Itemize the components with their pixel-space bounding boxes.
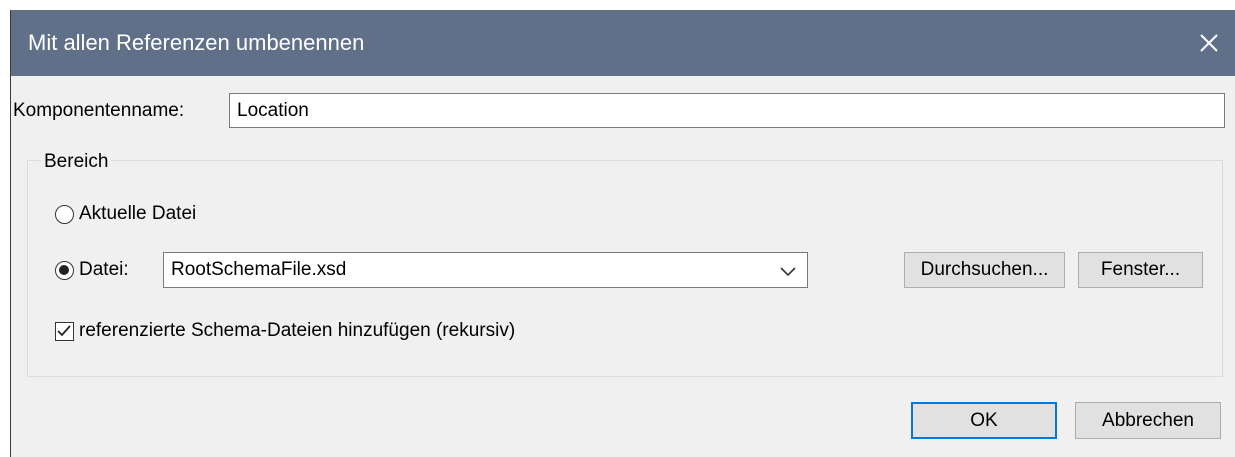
- file-label[interactable]: Datei:: [79, 259, 129, 281]
- dialog-title: Mit allen Referenzen umbenennen: [28, 30, 365, 55]
- cancel-button[interactable]: Abbrechen: [1075, 402, 1221, 439]
- include-referenced-checkbox[interactable]: [55, 322, 74, 341]
- component-name-label: Komponentenname:: [13, 100, 185, 121]
- rename-dialog: Mit allen Referenzen umbenennen Komponen…: [10, 10, 1235, 457]
- chevron-down-icon[interactable]: [779, 264, 797, 278]
- component-name-input[interactable]: Location: [229, 93, 1225, 128]
- current-file-label[interactable]: Aktuelle Datei: [79, 203, 196, 225]
- close-icon: [1200, 34, 1218, 52]
- title-bar[interactable]: Mit allen Referenzen umbenennen: [11, 10, 1235, 76]
- ok-button[interactable]: OK: [911, 402, 1057, 439]
- window-button[interactable]: Fenster...: [1078, 252, 1203, 288]
- scope-group-title: Bereich: [41, 151, 112, 173]
- file-combobox[interactable]: RootSchemaFile.xsd: [163, 252, 808, 288]
- current-file-radio[interactable]: [55, 205, 74, 224]
- file-combobox-value: RootSchemaFile.xsd: [171, 259, 347, 280]
- include-referenced-label[interactable]: referenzierte Schema-Dateien hinzufügen …: [79, 320, 515, 342]
- checkmark-icon: [57, 325, 71, 337]
- close-button[interactable]: [1182, 10, 1235, 76]
- component-name-value: Location: [237, 99, 309, 121]
- browse-button[interactable]: Durchsuchen...: [904, 252, 1065, 288]
- file-radio[interactable]: [55, 261, 74, 280]
- radio-selected-dot: [59, 265, 69, 275]
